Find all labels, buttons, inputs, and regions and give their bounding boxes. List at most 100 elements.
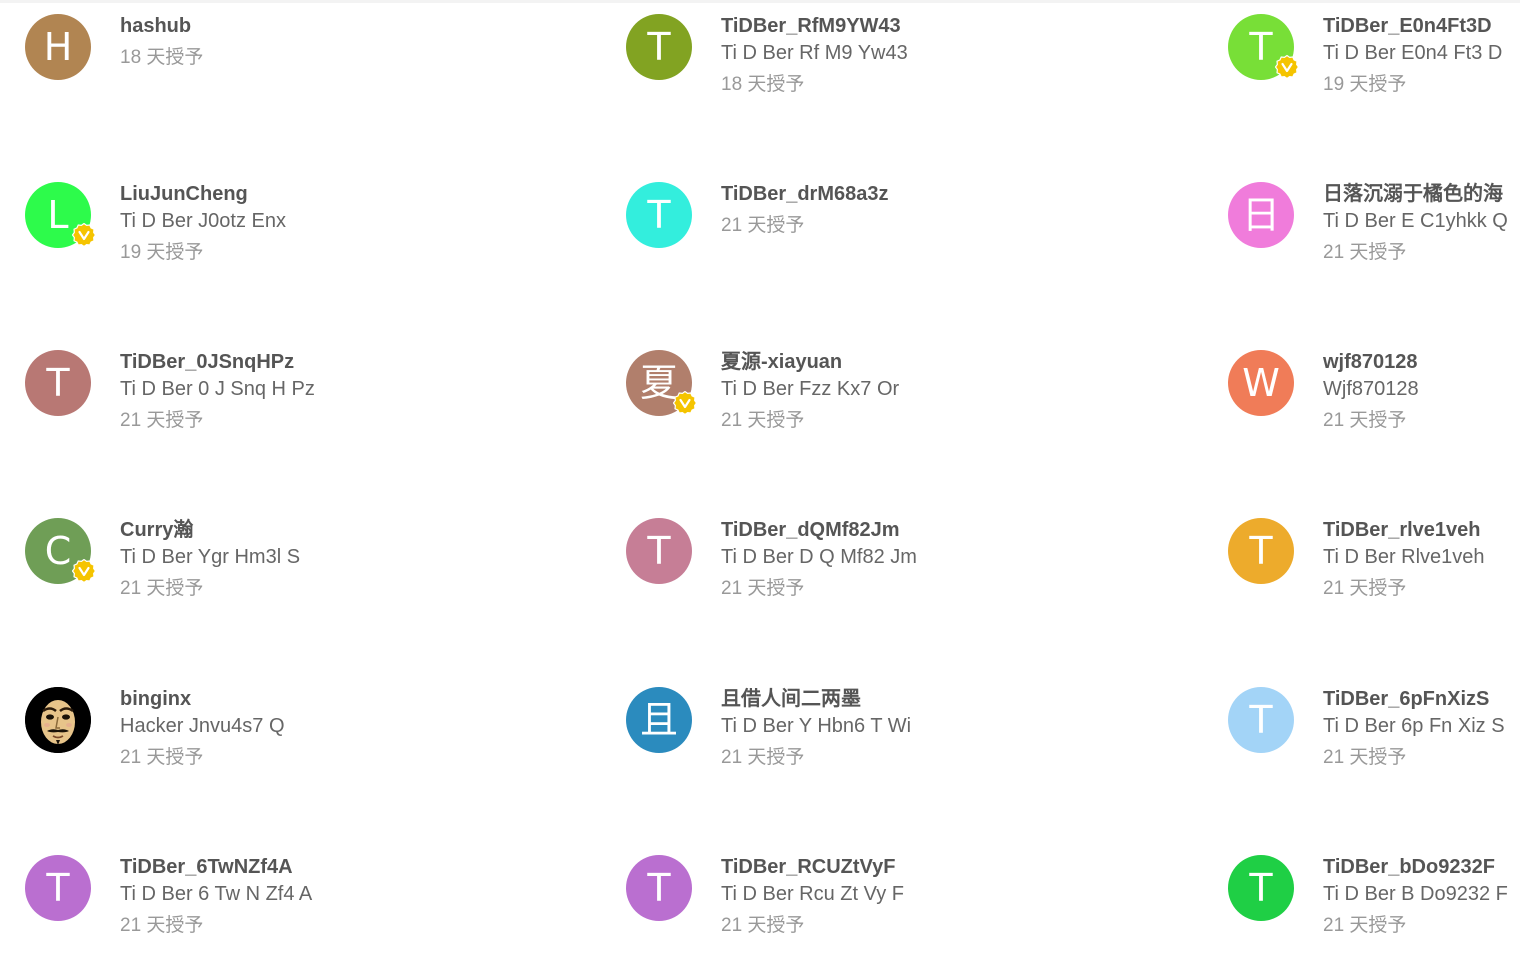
granted-time: 21 天授予 xyxy=(1323,410,1407,431)
user-name-link[interactable]: TiDBer_rlve1veh xyxy=(1323,517,1481,543)
verified-badge-icon xyxy=(1275,55,1299,79)
avatar[interactable]: T xyxy=(626,855,692,921)
avatar[interactable]: T xyxy=(626,14,692,80)
avatar[interactable]: W xyxy=(1228,350,1294,416)
user-card[interactable]: T TiDBer_6pFnXizS Ti D Ber 6p Fn Xiz S 21 天… xyxy=(1203,673,1520,803)
avatar[interactable]: T xyxy=(626,518,692,584)
user-card[interactable]: T TiDBer_RCUZtVyF Ti D Ber Rcu Zt Vy F 21 天… xyxy=(601,841,1041,971)
user-name-link[interactable]: TiDBer_E0n4Ft3D xyxy=(1323,13,1492,39)
avatar[interactable]: T xyxy=(25,855,91,921)
granted-time: 21 天授予 xyxy=(120,410,204,431)
avatar[interactable]: T xyxy=(1228,855,1294,921)
user-card[interactable]: T TiDBer_6TwNZf4A Ti D Ber 6 Tw N Zf4 A 21 … xyxy=(0,841,440,971)
avatar[interactable]: C xyxy=(25,518,96,584)
avatar-letter: T xyxy=(647,866,671,910)
user-name-link[interactable]: hashub xyxy=(120,13,191,39)
avatar-letter: W xyxy=(1242,361,1280,405)
granted-time: 21 天授予 xyxy=(721,215,805,236)
granted-time: 21 天授予 xyxy=(721,747,805,768)
avatar-letter: T xyxy=(46,361,70,405)
user-card[interactable]: T TiDBer_dQMf82Jm Ti D Ber D Q Mf82 Jm 21 天… xyxy=(601,504,1041,634)
user-name-link[interactable]: wjf870128 xyxy=(1323,349,1418,375)
granted-time: 21 天授予 xyxy=(1323,747,1407,768)
user-subtitle: Ti D Ber B Do9232 F xyxy=(1323,883,1508,905)
granted-time: 21 天授予 xyxy=(721,410,805,431)
avatar[interactable]: T xyxy=(1228,14,1299,80)
avatar-letter: T xyxy=(647,529,671,573)
avatar-letter: 日 xyxy=(1241,193,1280,237)
avatar-letter: T xyxy=(1249,866,1273,910)
user-card[interactable]: T TiDBer_rlve1veh Ti D Ber Rlve1veh 21 天授予 xyxy=(1203,504,1520,634)
avatar[interactable]: T xyxy=(626,182,692,248)
user-name-link[interactable]: TiDBer_bDo9232F xyxy=(1323,854,1495,880)
user-name-link[interactable]: 日落沉溺于橘色的海 xyxy=(1323,181,1503,207)
user-name-link[interactable]: TiDBer_6pFnXizS xyxy=(1323,686,1489,712)
user-grid: Hhashub 18 天授予 T TiDBer_RfM9YW43 Ti D Ber Rf… xyxy=(0,0,1520,968)
avatar[interactable]: H xyxy=(25,14,91,80)
verified-badge-icon xyxy=(72,223,96,247)
granted-time: 21 天授予 xyxy=(721,915,805,936)
granted-time: 18 天授予 xyxy=(120,47,204,68)
user-name-link[interactable]: TiDBer_0JSnqHPz xyxy=(120,349,294,375)
avatar[interactable]: T xyxy=(25,350,91,416)
user-card[interactable]: binginx Hacker Jnvu4s7 Q 21 天授予 xyxy=(0,673,440,803)
user-card[interactable]: T TiDBer_drM68a3z 21 天授予 xyxy=(601,168,1041,298)
user-card[interactable]: 且 且借人间二两墨 Ti D Ber Y Hbn6 T Wi 21 天授予 xyxy=(601,673,1041,803)
user-name-link[interactable]: TiDBer_drM68a3z xyxy=(721,181,888,207)
user-subtitle: Ti D Ber J0otz Enx xyxy=(120,210,286,232)
user-card[interactable]: C Curry瀚 Ti D Ber Ygr Hm3l S 21 天授予 xyxy=(0,504,440,634)
granted-time: 21 天授予 xyxy=(1323,578,1407,599)
user-card[interactable]: Hhashub 18 天授予 xyxy=(0,0,440,130)
verified-badge-icon xyxy=(72,559,96,583)
user-name-link[interactable]: 且借人间二两墨 xyxy=(721,686,861,712)
user-card[interactable]: T TiDBer_0JSnqHPz Ti D Ber 0 J Snq H Pz 21 … xyxy=(0,336,440,466)
avatar[interactable]: 且 xyxy=(626,687,692,753)
user-name-link[interactable]: 夏源-xiayuan xyxy=(721,349,842,375)
user-name-link[interactable]: TiDBer_RCUZtVyF xyxy=(721,854,895,880)
user-subtitle: Hacker Jnvu4s7 Q xyxy=(120,715,285,737)
user-subtitle: Ti D Ber 6p Fn Xiz S xyxy=(1323,715,1505,737)
user-subtitle: Ti D Ber D Q Mf82 Jm xyxy=(721,546,917,568)
user-subtitle: Ti D Ber 0 J Snq H Pz xyxy=(120,378,315,400)
user-name-link[interactable]: Curry瀚 xyxy=(120,517,193,543)
avatar-letter: T xyxy=(1249,529,1273,573)
user-subtitle: Ti D Ber E C1yhkk Q xyxy=(1323,210,1508,232)
user-name-link[interactable]: LiuJunCheng xyxy=(120,181,248,207)
user-card[interactable]: T TiDBer_RfM9YW43 Ti D Ber Rf M9 Yw43 18 天授… xyxy=(601,0,1041,130)
granted-time: 19 天授予 xyxy=(1323,74,1407,95)
granted-time: 18 天授予 xyxy=(721,74,805,95)
user-card[interactable]: T TiDBer_bDo9232F Ti D Ber B Do9232 F 21 天授… xyxy=(1203,841,1520,971)
granted-time: 21 天授予 xyxy=(120,747,204,768)
granted-time: 21 天授予 xyxy=(1323,242,1407,263)
granted-time: 19 天授予 xyxy=(120,242,204,263)
user-subtitle: Ti D Ber Rlve1veh xyxy=(1323,546,1485,568)
avatar[interactable] xyxy=(25,687,91,753)
user-card[interactable]: 日 日落沉溺于橘色的海 Ti D Ber E C1yhkk Q 21 天授予 xyxy=(1203,168,1520,298)
avatar-letter: T xyxy=(1249,698,1273,742)
user-subtitle: Ti D Ber 6 Tw N Zf4 A xyxy=(120,883,313,905)
user-card[interactable]: Wwjf870128 Wjf870128 21 天授予 xyxy=(1203,336,1520,466)
avatar[interactable]: 日 xyxy=(1228,182,1294,248)
user-name-link[interactable]: TiDBer_RfM9YW43 xyxy=(721,13,901,39)
avatar[interactable]: T xyxy=(1228,518,1294,584)
user-subtitle: Ti D Ber Rcu Zt Vy F xyxy=(721,883,904,905)
user-name-link[interactable]: TiDBer_dQMf82Jm xyxy=(721,517,900,543)
avatar-letter: T xyxy=(46,866,70,910)
user-subtitle: Ti D Ber Fzz Kx7 Or xyxy=(721,378,900,400)
avatar-letter: H xyxy=(43,25,73,69)
mask-icon xyxy=(25,687,91,753)
user-card[interactable]: 夏夏源-xiayuan Ti D Ber Fzz Kx7 Or 21 天授予 xyxy=(601,336,1041,466)
granted-time: 21 天授予 xyxy=(721,578,805,599)
user-name-link[interactable]: binginx xyxy=(120,686,191,712)
granted-time: 21 天授予 xyxy=(120,915,204,936)
granted-time: 21 天授予 xyxy=(120,578,204,599)
avatar[interactable]: 夏 xyxy=(626,350,697,416)
user-subtitle: Ti D Ber E0n4 Ft3 D xyxy=(1323,42,1503,64)
user-card[interactable]: L LiuJunCheng Ti D Ber J0otz Enx 19 天授予 xyxy=(0,168,440,298)
granted-time: 21 天授予 xyxy=(1323,915,1407,936)
user-name-link[interactable]: TiDBer_6TwNZf4A xyxy=(120,854,293,880)
user-subtitle: Ti D Ber Y Hbn6 T Wi xyxy=(721,715,912,737)
user-card[interactable]: T TiDBer_E0n4Ft3D Ti D Ber E0n4 Ft3 D 19 天授… xyxy=(1203,0,1520,130)
avatar[interactable]: L xyxy=(25,182,96,248)
avatar[interactable]: T xyxy=(1228,687,1294,753)
